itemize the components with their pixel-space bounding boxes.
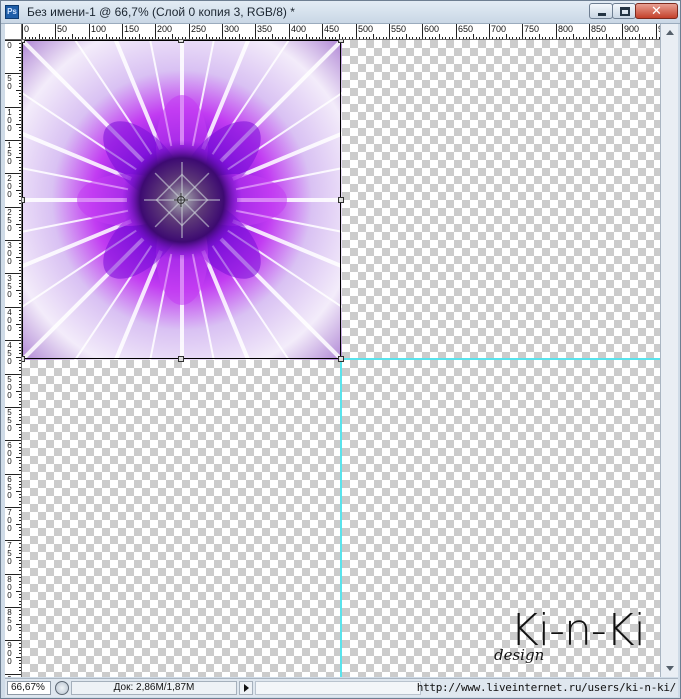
ruler-label: 300: [224, 24, 240, 34]
ruler-label: 400: [291, 24, 307, 34]
ruler-label: 450: [324, 24, 340, 34]
document-size-info: Док: 2,86М/1,87М: [71, 681, 237, 695]
arrow-right-icon: [244, 684, 249, 692]
transform-handle-bottom-right[interactable]: [338, 356, 344, 362]
scroll-down-button[interactable]: [663, 661, 677, 675]
ruler-label: 150: [124, 24, 140, 34]
ruler-label: 850: [7, 608, 12, 633]
ruler-label: 450: [7, 341, 12, 366]
ruler-tick: [122, 24, 123, 39]
ruler-tick: [289, 24, 290, 39]
ruler-label: 350: [257, 24, 273, 34]
transform-handle-bottom[interactable]: [178, 356, 184, 362]
ruler-tick: [556, 24, 557, 39]
ruler-label: 850: [591, 24, 607, 34]
ruler-label: 550: [391, 24, 407, 34]
ruler-tick: [356, 24, 357, 39]
transform-handle-left[interactable]: [22, 197, 25, 203]
zoom-input[interactable]: 66,67%: [7, 681, 51, 695]
ruler-label: 200: [157, 24, 173, 34]
ruler-label: 600: [424, 24, 440, 34]
ruler-label: 500: [358, 24, 374, 34]
minimize-icon: [598, 13, 606, 16]
ruler-label: 50: [7, 74, 12, 91]
close-icon: ✕: [651, 3, 662, 18]
ruler-tick: [422, 24, 423, 39]
ruler-tick: [656, 24, 657, 39]
ruler-label: 500: [7, 375, 12, 400]
ruler-tick: [489, 24, 490, 39]
ruler-label: 700: [491, 24, 507, 34]
ruler-label: 250: [191, 24, 207, 34]
ruler-tick: [622, 24, 623, 39]
ruler-tick: [589, 24, 590, 39]
close-button[interactable]: ✕: [635, 3, 678, 19]
ruler-tick: [522, 24, 523, 39]
vertical-ruler[interactable]: 0 50 100 150 200 250 300 350 400 450 500 550 600 650 7…: [5, 40, 22, 677]
ruler-tick: [389, 24, 390, 39]
ruler-tick: [255, 24, 256, 39]
transform-handle-top-right[interactable]: [338, 40, 344, 43]
ruler-tick: [222, 24, 223, 39]
document-canvas[interactable]: Ki-n-Ki design: [22, 40, 660, 677]
ruler-tick: [322, 24, 323, 39]
transform-handle-top-left[interactable]: [22, 40, 25, 43]
ruler-label: 750: [7, 541, 12, 566]
status-menu-button[interactable]: [239, 681, 253, 695]
transform-handle-top[interactable]: [178, 40, 184, 43]
horizontal-guide[interactable]: [341, 358, 660, 360]
horizontal-ruler[interactable]: 0 50 100 150 200 250 300 350 400 450 500 550 600 650 7…: [22, 24, 660, 40]
ruler-tick: [89, 24, 90, 39]
arrow-up-icon: [666, 30, 674, 35]
photoshop-app-icon[interactable]: Ps: [5, 5, 19, 19]
transform-handle-right[interactable]: [338, 197, 344, 203]
ruler-label: 250: [7, 208, 12, 233]
ruler-tick: [155, 24, 156, 39]
document-window: Ps Без имени-1 @ 66,7% (Слой 0 копия 3, …: [0, 0, 681, 699]
maximize-button[interactable]: [612, 3, 636, 19]
ruler-label: 150: [7, 141, 12, 166]
ruler-tick: [456, 24, 457, 39]
ruler-tick: [55, 24, 56, 39]
status-bar: 66,67% Док: 2,86М/1,87М http://www.livei…: [5, 678, 678, 697]
ruler-label: 550: [7, 408, 12, 433]
ruler-tick: [189, 24, 190, 39]
ruler-label: 0: [7, 41, 12, 50]
ruler-label: 800: [7, 575, 12, 600]
source-url-text: http://www.liveinternet.ru/users/ki-n-ki…: [416, 681, 677, 694]
title-bar[interactable]: Ps Без имени-1 @ 66,7% (Слой 0 копия 3, …: [1, 1, 680, 24]
ruler-label: 350: [7, 274, 12, 299]
document-profile-icon[interactable]: [55, 681, 69, 695]
arrow-down-icon: [666, 666, 674, 671]
vertical-scrollbar[interactable]: [660, 24, 678, 677]
ruler-label: 650: [458, 24, 474, 34]
ruler-label: 800: [558, 24, 574, 34]
ruler-label: 600: [7, 441, 12, 466]
ruler-label: 700: [7, 508, 12, 533]
ruler-label: 400: [7, 308, 12, 333]
watermark-logo-subtext: design: [494, 646, 545, 664]
ruler-tick: [22, 24, 23, 39]
ruler-label: 0: [24, 24, 30, 34]
ruler-label: 100: [7, 108, 12, 133]
minimize-button[interactable]: [589, 3, 613, 19]
ruler-label: 50: [57, 24, 68, 34]
maximize-icon: [620, 7, 630, 16]
window-title: Без имени-1 @ 66,7% (Слой 0 копия 3, RGB…: [27, 5, 295, 19]
transform-handle-bottom-left[interactable]: [22, 356, 25, 362]
ruler-label: 950: [6, 676, 13, 678]
ruler-label: 900: [624, 24, 640, 34]
ruler-label: 750: [524, 24, 540, 34]
ruler-origin[interactable]: [5, 24, 22, 40]
ruler-label: 300: [7, 241, 12, 266]
scroll-up-button[interactable]: [663, 26, 677, 40]
ruler-label: 900: [7, 641, 12, 666]
transform-center-icon[interactable]: [174, 193, 188, 207]
ruler-label: 100: [91, 24, 107, 34]
ruler-label: 650: [7, 475, 12, 500]
vertical-guide[interactable]: [340, 358, 342, 677]
ruler-label: 200: [7, 174, 12, 199]
horizontal-scrollbar[interactable]: [255, 681, 421, 695]
